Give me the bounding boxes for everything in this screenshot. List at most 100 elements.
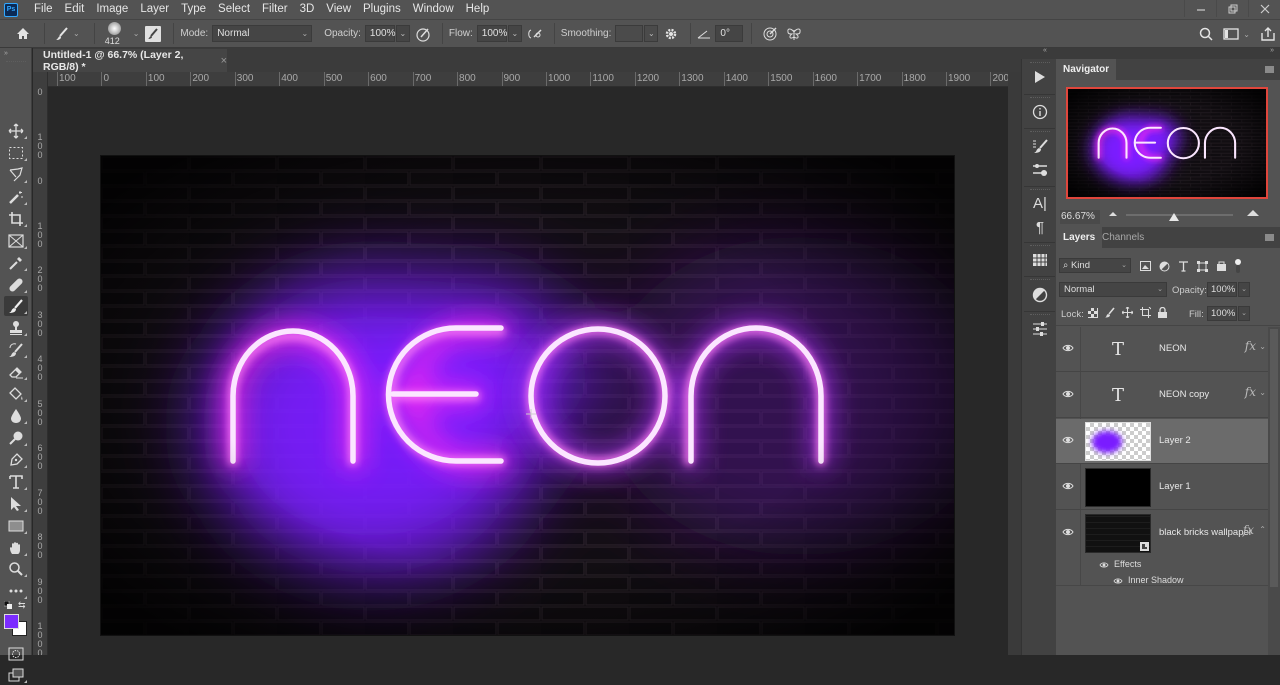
menu-select[interactable]: Select xyxy=(212,0,256,19)
filter-toggle-switch[interactable] xyxy=(1235,259,1241,273)
layer-name[interactable]: NEON copy xyxy=(1159,389,1209,400)
document-tab[interactable]: Untitled-1 @ 66.7% (Layer 2, RGB/8) * × xyxy=(33,49,227,73)
adjustments-panel-button[interactable] xyxy=(1027,284,1053,306)
navigator-zoom-input[interactable]: 66.67% xyxy=(1060,210,1100,224)
blend-mode-select[interactable]: Normal ⌄ xyxy=(1059,282,1167,297)
menu-image[interactable]: Image xyxy=(90,0,134,19)
dodge-tool[interactable] xyxy=(4,428,28,448)
more-tools-button[interactable] xyxy=(4,581,28,601)
brush-settings-panel-button[interactable] xyxy=(1027,135,1053,157)
menu-plugins[interactable]: Plugins xyxy=(357,0,407,19)
hand-tool[interactable] xyxy=(4,538,28,558)
tool-preset-picker[interactable] xyxy=(51,26,73,41)
type-tool[interactable] xyxy=(4,472,28,492)
lock-transparency-icon[interactable] xyxy=(1088,307,1098,318)
collapse-effects-chevron-icon[interactable]: ⌃ xyxy=(1259,525,1266,534)
collapse-toolbox-icon[interactable]: » xyxy=(4,50,8,57)
zoom-in-icon[interactable] xyxy=(1246,209,1260,217)
blur-tool[interactable] xyxy=(4,406,28,426)
visibility-eye-icon[interactable] xyxy=(1062,388,1074,400)
brush-angle-input[interactable]: 0° xyxy=(715,25,744,42)
tab-channels[interactable]: Channels xyxy=(1095,227,1151,248)
menu-layer[interactable]: Layer xyxy=(134,0,175,19)
visibility-eye-icon[interactable] xyxy=(1062,434,1074,446)
collapse-dock-icon[interactable]: « xyxy=(1043,47,1047,54)
expand-effects-chevron-icon[interactable]: ⌄ xyxy=(1259,388,1266,397)
healing-brush-tool[interactable] xyxy=(4,275,28,295)
layer-name[interactable]: black bricks wallpaper xyxy=(1159,527,1252,538)
vertical-ruler[interactable]: 0 100 0 100 200 300 400 500 600 700 800 900 1000 xyxy=(33,72,48,655)
dock-grip[interactable] xyxy=(1030,97,1050,99)
swatches-panel-button[interactable] xyxy=(1027,249,1053,271)
dock-grip[interactable] xyxy=(1030,245,1050,247)
menu-3d[interactable]: 3D xyxy=(294,0,321,19)
visibility-eye-icon[interactable] xyxy=(1062,480,1074,492)
brush-preset-picker[interactable]: 412 xyxy=(101,20,127,48)
layer-filter-kind-select[interactable]: ⌕ Kind ⌄ xyxy=(1059,258,1131,273)
screen-mode-button[interactable] xyxy=(4,665,28,685)
move-tool[interactable] xyxy=(4,121,28,141)
close-document-icon[interactable]: × xyxy=(221,55,227,67)
visibility-eye-icon[interactable] xyxy=(1062,526,1074,538)
chevron-down-icon[interactable]: ⌄ xyxy=(1243,30,1250,39)
menu-window[interactable]: Window xyxy=(407,0,460,19)
path-selection-tool[interactable] xyxy=(4,494,28,514)
opacity-input[interactable]: 100% xyxy=(364,25,395,42)
rectangle-tool[interactable] xyxy=(4,516,28,536)
mode-select[interactable]: Normal ⌄ xyxy=(212,25,313,42)
menu-edit[interactable]: Edit xyxy=(59,0,91,19)
visibility-eye-icon[interactable] xyxy=(1062,342,1074,354)
crop-tool[interactable] xyxy=(4,209,28,229)
brush-settings-toggle[interactable] xyxy=(145,25,162,42)
fx-icon[interactable]: fx xyxy=(1245,339,1256,353)
lasso-tool[interactable] xyxy=(4,165,28,185)
search-button[interactable] xyxy=(1193,27,1219,41)
layer-row-black-bricks[interactable]: black bricks wallpaper fx ⌃ Effects Inne… xyxy=(1056,511,1268,586)
expand-dock-icon[interactable]: » xyxy=(1270,47,1274,54)
eraser-tool[interactable] xyxy=(4,362,28,382)
layers-scrollbar-thumb[interactable] xyxy=(1270,329,1278,587)
actions-panel-button[interactable] xyxy=(1027,66,1053,88)
home-button[interactable] xyxy=(8,27,38,40)
properties-panel-button[interactable] xyxy=(1027,318,1053,340)
effects-visibility-eye-icon[interactable] xyxy=(1099,561,1109,569)
filter-smart-object-icon[interactable] xyxy=(1216,261,1227,272)
fx-icon[interactable]: fx xyxy=(1245,385,1256,399)
restore-button[interactable] xyxy=(1216,0,1248,17)
menu-help[interactable]: Help xyxy=(460,0,496,19)
brush-tool[interactable] xyxy=(4,296,28,316)
workspace-button[interactable] xyxy=(1219,28,1243,40)
dock-grip[interactable] xyxy=(1030,189,1050,191)
layers-scrollbar[interactable] xyxy=(1268,327,1280,655)
navigator-zoom-slider-thumb[interactable] xyxy=(1169,213,1180,221)
foreground-color-swatch[interactable] xyxy=(4,614,19,629)
filter-adjustment-icon[interactable] xyxy=(1159,261,1170,272)
fx-icon[interactable]: fx xyxy=(1243,523,1254,537)
flow-input[interactable]: 100% xyxy=(476,25,507,42)
layer-opacity-input[interactable]: 100% xyxy=(1207,282,1237,297)
pressure-opacity-toggle[interactable] xyxy=(410,26,436,42)
menu-type[interactable]: Type xyxy=(175,0,212,19)
layer-name[interactable]: Layer 2 xyxy=(1159,435,1191,446)
share-button[interactable] xyxy=(1256,27,1280,41)
layer-row-neon[interactable]: T NEON fx ⌄ xyxy=(1056,327,1268,372)
expand-effects-chevron-icon[interactable]: ⌄ xyxy=(1259,342,1266,351)
layer-opacity-dropdown[interactable]: ⌄ xyxy=(1238,282,1250,297)
toolbox-grip[interactable] xyxy=(6,61,26,63)
paragraph-panel-button[interactable]: ¶ xyxy=(1027,216,1053,238)
dock-grip[interactable] xyxy=(1030,62,1050,64)
history-brush-tool[interactable] xyxy=(4,340,28,360)
navigator-preview[interactable] xyxy=(1066,87,1268,199)
lock-all-icon[interactable] xyxy=(1158,307,1167,318)
inner-shadow-effect-label[interactable]: Inner Shadow xyxy=(1128,575,1184,585)
fill-input[interactable]: 100% xyxy=(1207,306,1237,321)
effects-label[interactable]: Effects xyxy=(1114,559,1141,569)
dock-grip[interactable] xyxy=(1030,131,1050,133)
opacity-dropdown[interactable]: ⌄ xyxy=(395,25,410,42)
default-colors-button[interactable] xyxy=(3,600,13,613)
layer-name[interactable]: Layer 1 xyxy=(1159,481,1191,492)
marquee-tool[interactable] xyxy=(4,143,28,163)
eyedropper-tool[interactable] xyxy=(4,253,28,273)
smoothing-options-button[interactable] xyxy=(658,27,684,41)
dock-grip[interactable] xyxy=(1030,279,1050,281)
